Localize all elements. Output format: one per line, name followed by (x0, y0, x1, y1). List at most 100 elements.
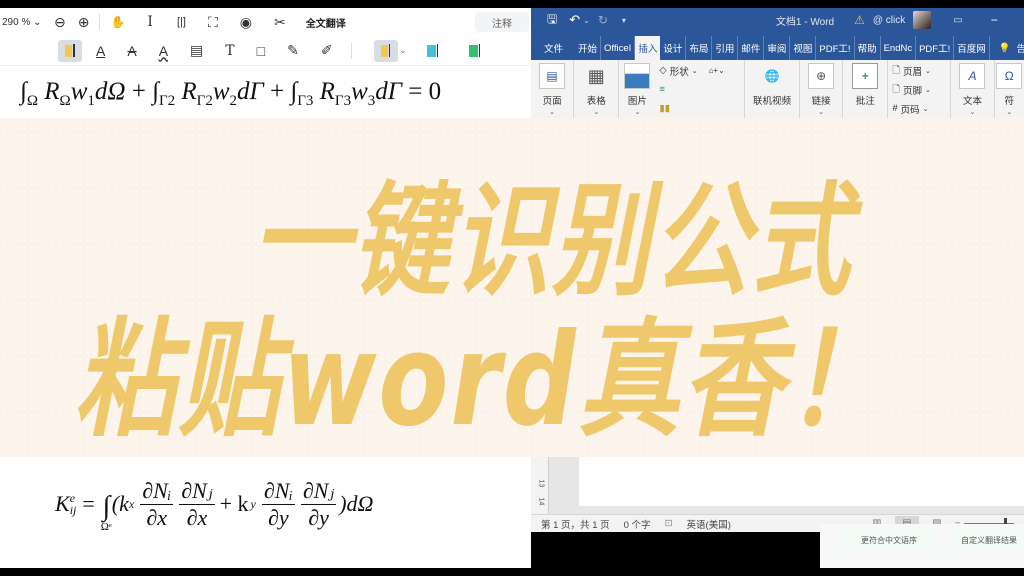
page-button[interactable]: ▤ 页面 ⌄ (531, 60, 575, 125)
tab-file[interactable]: 文件 (541, 36, 575, 60)
header-footer-group: 🗋 页眉 ⌄ 🗋 页脚 ⌄ # 页码 ⌄ (888, 60, 952, 125)
green-text-highlight-button[interactable] (462, 40, 486, 62)
tab-review[interactable]: 审阅 (764, 36, 791, 60)
footer-button[interactable]: 🗋 页脚 ⌄ (892, 82, 946, 97)
text-button[interactable]: A 文本 ⌄ (951, 60, 995, 125)
smartart-button[interactable]: ≡ (659, 82, 724, 97)
tab-baidu[interactable]: 百度网 (954, 36, 990, 60)
zoom-out-icon[interactable]: ⊖ (54, 11, 66, 33)
avatar[interactable] (913, 11, 932, 29)
minimize-icon[interactable]: − (991, 13, 998, 27)
translate-option-card[interactable]: 更符合中文语序 (844, 526, 934, 552)
language-indicator[interactable]: 英语(美国) (687, 517, 731, 531)
shapes-button[interactable]: ◇ 形状 ⌄ ⌂+⌄ (659, 63, 724, 78)
hand-tool-icon[interactable]: ✋ (110, 11, 125, 33)
chart-button[interactable]: ▮▮ (659, 101, 724, 116)
screenshot-scissors-icon[interactable]: ✂ (274, 11, 286, 33)
header-label: 页眉 (903, 66, 923, 78)
chevron-down-icon[interactable]: ⌄ (400, 46, 407, 55)
comment-button[interactable]: + 批注 (843, 60, 889, 125)
link-button[interactable]: ⊕ 链接 ⌄ (800, 60, 844, 125)
annotation-button[interactable]: 注释 (475, 12, 529, 32)
tab-insert[interactable]: 插入 (635, 36, 661, 60)
denominator: ∂x (186, 504, 208, 530)
tab-references[interactable]: 引用 (712, 36, 739, 60)
squiggly-underline-icon[interactable]: A (159, 40, 168, 62)
save-icon[interactable]: 🖫 (547, 10, 557, 31)
tab-design[interactable]: 设计 (660, 36, 687, 60)
fraction: ∂Nⱼ ∂x (179, 478, 215, 531)
formula-term: R (319, 78, 335, 105)
tab-officei[interactable]: OfficeI (601, 36, 636, 60)
tab-mailings[interactable]: 邮件 (738, 36, 765, 60)
rectangle-icon[interactable]: □ (257, 40, 265, 62)
icons-button[interactable]: ⌂+⌄ (709, 66, 725, 75)
footer-icon: 🗋 (892, 83, 901, 95)
tab-endnote[interactable]: EndNc (881, 36, 917, 60)
banner-headline-line2: 粘贴word真香！ (74, 306, 890, 456)
chevron-down-icon[interactable]: ⌄ (583, 16, 590, 25)
numerator: ∂Nⱼ (300, 477, 337, 505)
page-number-button[interactable]: # 页码 ⌄ (892, 101, 946, 116)
proofing-icon[interactable]: ⊡ (665, 518, 673, 529)
pen-icon[interactable]: ✎ (287, 40, 299, 62)
symbol-icon: Ω (996, 63, 1023, 89)
chevron-down-icon: ⌄ (1006, 109, 1013, 116)
formula-sub: ij (69, 503, 77, 517)
caret-icon (73, 44, 75, 57)
comment-icon[interactable]: ▤ (190, 40, 203, 62)
text-select-icon[interactable]: I (147, 11, 153, 33)
translate-option-card[interactable]: 自定义翻译结果 (954, 526, 1024, 552)
picture-label: 图片 (627, 96, 647, 107)
eye-protection-icon[interactable]: ◉ (240, 11, 252, 33)
redo-icon[interactable]: ↻ (598, 13, 608, 27)
chevron-down-icon: ⌄ (593, 109, 600, 116)
online-video-label: 联机视频 (753, 96, 792, 107)
customize-quick-access-icon[interactable]: ▾ (622, 16, 626, 25)
integral-sign: ∫ (102, 491, 111, 522)
tab-home[interactable]: 开始 (575, 36, 602, 60)
undo-icon[interactable]: ↶ (569, 12, 580, 28)
full-text-translate-button[interactable]: 全文翻译 (306, 15, 346, 30)
strikethrough-icon[interactable]: A (127, 40, 136, 62)
word-count[interactable]: 0 个字 (624, 517, 651, 531)
formula-sub: Γ2 (196, 93, 213, 109)
eraser-icon[interactable]: ✐ (321, 40, 333, 62)
page-info[interactable]: 第 1 页，共 1 页 (541, 517, 610, 531)
account-name[interactable]: @ click (873, 15, 905, 26)
fullscreen-icon[interactable]: ⛶ (208, 11, 218, 33)
tab-pdf-tools[interactable]: PDF工! (816, 36, 855, 60)
shapes-label: 形状 (669, 66, 689, 78)
annotation-toolbar: A A A ▤ T □ ✎ ✐ ⌄ (0, 36, 531, 66)
tab-view[interactable]: 视图 (790, 36, 817, 60)
formula-sub: y (250, 496, 256, 511)
fit-width-icon[interactable]: [|] (177, 11, 186, 33)
integral-domain-label: Γ2 (158, 93, 176, 109)
warning-icon[interactable]: ⚠ (854, 13, 865, 27)
picture-button[interactable]: 图片 ⌄ (619, 60, 655, 125)
tab-layout[interactable]: 布局 (686, 36, 713, 60)
online-video-button[interactable]: 🌐 联机视频 (745, 60, 800, 125)
denominator: ∂x (146, 504, 168, 530)
zoom-level-select[interactable]: 290 % ⌄ (2, 17, 46, 28)
header-button[interactable]: 🗋 页眉 ⌄ (892, 63, 946, 78)
integral-sign: ∫ (152, 78, 159, 105)
tell-me-icon[interactable]: 💡 (996, 36, 1014, 60)
underline-icon[interactable]: A (96, 40, 105, 62)
zoom-in-icon[interactable]: ⊕ (78, 11, 90, 33)
cyan-text-highlight-button[interactable] (420, 40, 444, 62)
symbol-button[interactable]: Ω 符 ⌄ (995, 60, 1024, 125)
formula-sub: x (128, 496, 135, 511)
page-icon: ▤ (539, 63, 566, 89)
ribbon-tabs: 文件 开始 OfficeI 插入 设计 布局 引用 邮件 审阅 视图 PDF工!… (531, 32, 1024, 60)
highlight-color-dropdown[interactable] (373, 39, 398, 62)
tab-pdf-tools-2[interactable]: PDF工! (916, 36, 955, 60)
tell-me-label[interactable]: 告 (1014, 36, 1024, 60)
text-box-icon[interactable]: T (225, 40, 234, 62)
table-button[interactable]: ▦ 表格 ⌄ (574, 60, 620, 125)
ribbon-display-options-icon[interactable]: ▭ (953, 15, 962, 26)
tab-help[interactable]: 帮助 (855, 36, 881, 60)
highlight-tool-button[interactable] (58, 39, 82, 62)
chart-icon: ▮▮ (659, 103, 670, 114)
document-title: 文档1 - Word (775, 16, 835, 28)
